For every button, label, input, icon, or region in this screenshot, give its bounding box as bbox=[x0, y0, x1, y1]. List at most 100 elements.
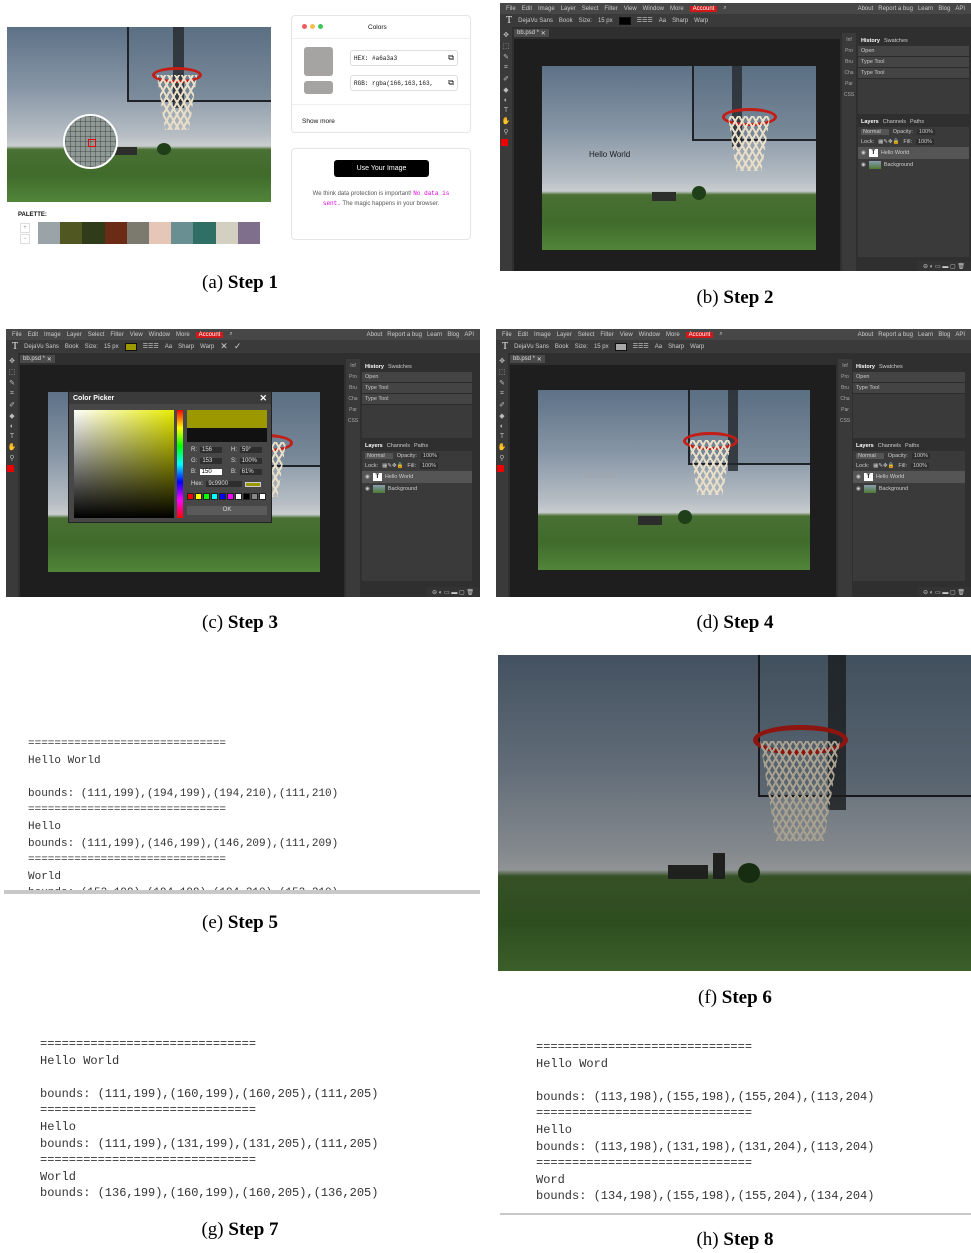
document-tab[interactable]: bb.psd * ✕ bbox=[20, 355, 55, 363]
h-field[interactable]: H: 59° bbox=[231, 447, 262, 453]
tool-palette[interactable]: ✥ ⬚ ✎ ⌗ ✐ ◆ ◐ T ✋ ⚲ bbox=[496, 353, 508, 597]
size-input[interactable]: 15 px bbox=[104, 344, 119, 350]
eye-icon[interactable]: ◉ bbox=[861, 150, 866, 156]
menu-layer[interactable]: Layer bbox=[67, 332, 82, 338]
use-your-image-button[interactable]: Use Your Image bbox=[334, 160, 429, 177]
s-field[interactable]: S: 100% bbox=[231, 458, 262, 464]
tool-palette[interactable]: ✥ ⬚ ✎ ⌗ ✐ ◆ ◐ T ✋ ⚲ bbox=[6, 353, 18, 597]
history-item[interactable]: Open bbox=[853, 372, 965, 383]
font-select[interactable]: DejaVu Sans bbox=[24, 344, 59, 350]
swatches-tab[interactable]: Swatches bbox=[884, 38, 908, 44]
align-icons[interactable]: ☰☰☰ bbox=[143, 343, 159, 350]
eye-icon[interactable]: ◉ bbox=[856, 486, 861, 492]
g-field[interactable]: G: 153 bbox=[191, 458, 223, 464]
fg-bg-color[interactable] bbox=[497, 465, 507, 475]
layer-actions-bar[interactable]: ⊖ ◐ ▭ ▬ ▢ 🗑 bbox=[917, 261, 971, 271]
antialias-select[interactable]: Sharp bbox=[178, 344, 194, 350]
copy-icon[interactable]: ⧉ bbox=[448, 54, 454, 63]
menu-api[interactable]: API bbox=[464, 332, 474, 338]
menu-view[interactable]: View bbox=[624, 6, 637, 12]
history-tab[interactable]: History bbox=[861, 38, 880, 44]
palette-swatches[interactable] bbox=[38, 222, 261, 244]
layer-row-text[interactable]: ◉ T Hello World bbox=[858, 147, 969, 159]
r-field[interactable]: R: 156 bbox=[191, 447, 222, 453]
menu-window[interactable]: Window bbox=[643, 6, 664, 12]
font-select[interactable]: DejaVu Sans bbox=[518, 18, 553, 24]
antialias-select[interactable]: Sharp bbox=[672, 18, 688, 24]
cancel-icon[interactable]: ✕ bbox=[220, 341, 228, 352]
preset-swatch[interactable] bbox=[187, 493, 194, 500]
channels-tab[interactable]: Channels bbox=[387, 443, 410, 449]
search-icon[interactable]: ⌕ bbox=[719, 331, 722, 338]
side-tabs[interactable]: Inf Pro Bru Cha Par CSS bbox=[842, 33, 856, 271]
layer-row-background[interactable]: ◉ Background bbox=[362, 483, 472, 495]
history-tab[interactable]: History bbox=[365, 364, 384, 370]
hue-slider[interactable] bbox=[177, 410, 183, 518]
font-select[interactable]: DejaVu Sans bbox=[514, 344, 549, 350]
fg-bg-color[interactable] bbox=[7, 465, 17, 475]
document-tab[interactable]: bb.psd * ✕ bbox=[510, 355, 545, 363]
eye-icon[interactable]: ◉ bbox=[365, 486, 370, 492]
menu-select[interactable]: Select bbox=[88, 332, 105, 338]
lock-icons[interactable]: ▦✎✥🔒 bbox=[878, 139, 899, 145]
palette-swatch[interactable] bbox=[237, 222, 261, 244]
opacity-input[interactable]: 100% bbox=[916, 129, 935, 135]
eye-icon[interactable]: ◉ bbox=[861, 162, 866, 168]
preset-swatch[interactable] bbox=[235, 493, 242, 500]
history-item[interactable]: Open bbox=[362, 372, 472, 383]
menu-about[interactable]: About bbox=[367, 332, 383, 338]
palette-swatch[interactable] bbox=[38, 222, 61, 244]
brightness-field[interactable]: B: 61% bbox=[231, 469, 262, 475]
layer-row-background[interactable]: ◉ Background bbox=[853, 483, 965, 495]
canvas-text[interactable]: Hello World bbox=[589, 150, 630, 159]
history-tab[interactable]: History bbox=[856, 364, 875, 370]
search-icon[interactable]: ⌕ bbox=[723, 5, 726, 12]
canvas-image[interactable]: Hello World bbox=[542, 66, 816, 250]
lock-icons[interactable]: ▦✎✥🔒 bbox=[873, 463, 894, 469]
palette-swatch[interactable] bbox=[193, 222, 216, 244]
eye-icon[interactable]: ◉ bbox=[856, 474, 861, 480]
layers-tab[interactable]: Layers bbox=[365, 443, 383, 449]
side-tabs[interactable]: Inf Pro Bru Cha Par CSS bbox=[346, 359, 360, 597]
menu-about[interactable]: About bbox=[858, 6, 874, 12]
align-icons[interactable]: ☰☰☰ bbox=[637, 17, 653, 24]
fill-input[interactable]: 100% bbox=[915, 139, 935, 145]
swatches-tab[interactable]: Swatches bbox=[879, 364, 903, 370]
preset-swatch[interactable] bbox=[251, 493, 258, 500]
opacity-input[interactable]: 100% bbox=[420, 453, 439, 459]
paths-tab[interactable]: Paths bbox=[910, 119, 924, 125]
menu-filter[interactable]: Filter bbox=[110, 332, 123, 338]
side-tabs[interactable]: Inf Pro Bru Cha Par CSS bbox=[838, 359, 852, 597]
menu-api[interactable]: API bbox=[955, 6, 965, 12]
menu-learn[interactable]: Learn bbox=[918, 332, 933, 338]
menu-blog[interactable]: Blog bbox=[938, 332, 950, 338]
rgb-field[interactable]: RGB: rgba(166,163,163, ⧉ bbox=[350, 75, 458, 91]
history-item[interactable]: Type Tool bbox=[853, 383, 965, 394]
layer-row-text[interactable]: ◉ T Hello World bbox=[853, 471, 965, 483]
channels-tab[interactable]: Channels bbox=[878, 443, 901, 449]
preset-swatch[interactable] bbox=[227, 493, 234, 500]
menu-layer[interactable]: Layer bbox=[561, 6, 576, 12]
blend-mode-select[interactable]: Normal bbox=[861, 129, 889, 135]
menu-filter[interactable]: Filter bbox=[604, 6, 617, 12]
menu-filter[interactable]: Filter bbox=[600, 332, 613, 338]
palette-swatch[interactable] bbox=[171, 222, 194, 244]
layers-tab[interactable]: Layers bbox=[861, 119, 879, 125]
warp-button[interactable]: Warp bbox=[694, 18, 708, 24]
menu-select[interactable]: Select bbox=[582, 6, 599, 12]
commit-icon[interactable]: ✓ bbox=[234, 341, 242, 352]
menu-more[interactable]: More bbox=[670, 6, 684, 12]
blend-mode-select[interactable]: Normal bbox=[856, 453, 884, 459]
font-style-select[interactable]: Book bbox=[559, 18, 573, 24]
eye-icon[interactable]: ◉ bbox=[365, 474, 370, 480]
magnifier-loupe[interactable] bbox=[63, 114, 118, 169]
hex-field[interactable]: Hex: 9c9900 bbox=[191, 481, 262, 487]
palette-swatch[interactable] bbox=[60, 222, 83, 244]
menu-learn[interactable]: Learn bbox=[918, 6, 933, 12]
canvas-image[interactable]: Hello World bbox=[538, 390, 810, 570]
text-color-swatch[interactable] bbox=[124, 342, 137, 351]
menu-blog[interactable]: Blog bbox=[447, 332, 459, 338]
menu-edit[interactable]: Edit bbox=[522, 6, 532, 12]
account-button[interactable]: Account bbox=[685, 331, 714, 338]
layers-tab[interactable]: Layers bbox=[856, 443, 874, 449]
